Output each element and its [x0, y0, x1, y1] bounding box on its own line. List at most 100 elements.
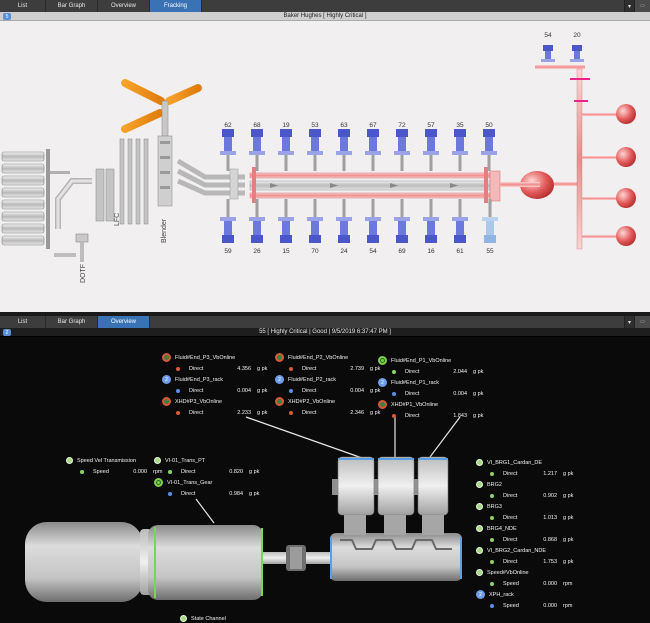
p1-vb-direct[interactable]: Direct 2.044 g pk [378, 366, 489, 377]
bearing-reading[interactable]: Direct 1.217 g pk [476, 468, 579, 479]
bearing-heading[interactable]: 2 XPH_rack [476, 589, 579, 600]
tab-bar-graph[interactable]: Bar Graph [46, 0, 98, 12]
reading-unit: g pk [563, 558, 574, 565]
p3-xhd-heading[interactable]: XHD#P3_VbOnline [162, 396, 273, 407]
tab-list[interactable]: List [0, 0, 46, 12]
p1-vb-heading[interactable]: Fluid#End_P1_VbOnline [378, 355, 489, 366]
sensor-label: XHD#P1_VbOnline [391, 401, 439, 408]
reading-value: 2.739 [350, 365, 364, 372]
leader-line [429, 416, 461, 458]
reading-unit: rpm [563, 580, 573, 587]
reading-label: Direct [302, 387, 317, 394]
p3-rack-direct[interactable]: Direct 0.004 g pk [162, 385, 273, 396]
panel-options-icon[interactable]: ▭ [634, 0, 650, 12]
motor [25, 522, 263, 602]
bearing-heading[interactable]: VI_BRG2_Cardan_NDE [476, 545, 579, 556]
bearing-heading[interactable]: BRG3 [476, 501, 579, 512]
tab-bar-spacer [202, 0, 624, 12]
state-channel-heading[interactable]: State Channel [180, 613, 226, 623]
bearing-heading[interactable]: Speed#VbOnline [476, 567, 579, 578]
trans-gear-heading[interactable]: VI-01_Trans_Gear [154, 477, 265, 488]
alarm-status-icon [275, 397, 284, 406]
p1-rack-heading[interactable]: 2 Fluid#End_P1_rack [378, 377, 489, 388]
reading-unit: g pk [563, 492, 574, 499]
p3-sensor-group: Fluid#End_P3_VbOnline Direct 4.356 g pk 2F… [162, 352, 273, 418]
pump-label: 63 [340, 122, 348, 129]
trans-gear-direct[interactable]: Direct 0.984 g pk [154, 488, 265, 499]
reading-value: 2.346 [350, 409, 364, 416]
tab-bar-graph[interactable]: Bar Graph [46, 316, 98, 328]
reading-unit: g pk [473, 412, 484, 419]
tab-overview[interactable]: Overview [98, 316, 150, 328]
bearing-reading[interactable]: Direct 0.868 g pk [476, 534, 579, 545]
bottom-tab-bar: List Bar Graph Overview ▾ ▭ [0, 316, 650, 328]
alarm-status-icon [378, 400, 387, 409]
pump-overview: Fluid#End_P3_VbOnline Direct 4.356 g pk 2F… [0, 337, 650, 623]
trans-pt-direct[interactable]: Direct 0.820 g pk [154, 466, 265, 477]
pump-label: 61 [456, 248, 464, 255]
bearing-reading[interactable]: Direct 1.013 g pk [476, 512, 579, 523]
top-title-text: Baker Hughes [ Highly Critical ] [283, 13, 367, 19]
p2-vb-heading[interactable]: Fluid#End_P2_VbOnline [275, 352, 386, 363]
top-panel-title: 5 Baker Hughes [ Highly Critical ] [0, 12, 650, 21]
pump-label: 69 [398, 248, 406, 255]
pump-label: 55 [486, 248, 494, 255]
p2-xhd-direct[interactable]: Direct 2.346 g pk [275, 407, 386, 418]
reading-unit: g pk [257, 409, 268, 416]
tab-list[interactable]: List [0, 316, 46, 328]
bearing-reading[interactable]: Direct 1.753 g pk [476, 556, 579, 567]
lfc-label: LFC [114, 213, 121, 226]
bearing-heading[interactable]: BRG2 [476, 479, 579, 490]
rack-sensor-icon: 2 [476, 590, 485, 599]
reading-label: Direct [503, 536, 518, 543]
sensor-pin-icon [476, 459, 483, 466]
blender-label: Blender [161, 218, 168, 243]
p2-rack-direct[interactable]: Direct 0.004 g pk [275, 385, 386, 396]
pump-label: 54 [369, 248, 377, 255]
bearing-reading[interactable]: Speed 0.000 rpm [476, 600, 579, 611]
reading-value: 0.004 [237, 387, 251, 394]
p1-xhd-direct[interactable]: Direct 1.843 g pk [378, 410, 489, 421]
reading-label: Speed [503, 602, 519, 609]
reading-value: 0.000 [543, 580, 557, 587]
sensor-label: VI_BRG2_Cardan_NDE [487, 547, 547, 554]
status-dot-icon [490, 559, 494, 564]
reading-unit: g pk [563, 536, 574, 543]
reading-value: 0.820 [229, 468, 243, 475]
pump-label: 54 [544, 32, 552, 39]
p2-xhd-heading[interactable]: XHD#P2_VbOnline [275, 396, 386, 407]
status-dot-icon [289, 388, 293, 393]
sensor-pin-icon [154, 457, 161, 464]
panel-options-icon[interactable]: ▭ [634, 316, 650, 328]
chevron-down-icon[interactable]: ▾ [624, 0, 634, 12]
reading-unit: g pk [473, 390, 484, 397]
status-dot-icon [392, 413, 396, 418]
p2-rack-heading[interactable]: 2 Fluid#End_P2_rack [275, 374, 386, 385]
pump-label: 16 [427, 248, 435, 255]
low-pressure-manifold [176, 158, 580, 203]
p1-rack-direct[interactable]: Direct 0.004 g pk [378, 388, 489, 399]
trans-pt-heading[interactable]: VI-01_Trans_PT [154, 455, 265, 466]
status-dot-icon [490, 537, 494, 542]
bearing-reading[interactable]: Direct 0.902 g pk [476, 490, 579, 501]
reading-label: Direct [405, 368, 420, 375]
bearing-heading[interactable]: VI_BRG1_Cardan_DE [476, 457, 579, 468]
p3-vb-heading[interactable]: Fluid#End_P3_VbOnline [162, 352, 273, 363]
reading-unit: g pk [563, 514, 574, 521]
tab-overview[interactable]: Overview [98, 0, 150, 12]
bearing-reading[interactable]: Speed 0.000 rpm [476, 578, 579, 589]
p3-vb-direct[interactable]: Direct 4.356 g pk [162, 363, 273, 374]
p3-xhd-direct[interactable]: Direct 2.233 g pk [162, 407, 273, 418]
pump-label: 20 [573, 32, 581, 39]
bearing-sensor-group: VI_BRG1_Cardan_DE Direct 1.217 g pk BRG2 Dire… [476, 457, 579, 611]
bearing-heading[interactable]: BRG4_NDE [476, 523, 579, 534]
tab-fracking[interactable]: Fracking [150, 0, 202, 12]
sensor-label: BRG4_NDE [487, 525, 517, 532]
sensor-label: BRG3 [487, 503, 502, 510]
p1-xhd-heading[interactable]: XHD#P1_VbOnline [378, 399, 489, 410]
sensor-label: XPH_rack [489, 591, 514, 598]
p2-vb-direct[interactable]: Direct 2.739 g pk [275, 363, 386, 374]
chevron-down-icon[interactable]: ▾ [624, 316, 634, 328]
reading-label: Direct [302, 365, 317, 372]
p3-rack-heading[interactable]: 2 Fluid#End_P3_rack [162, 374, 273, 385]
